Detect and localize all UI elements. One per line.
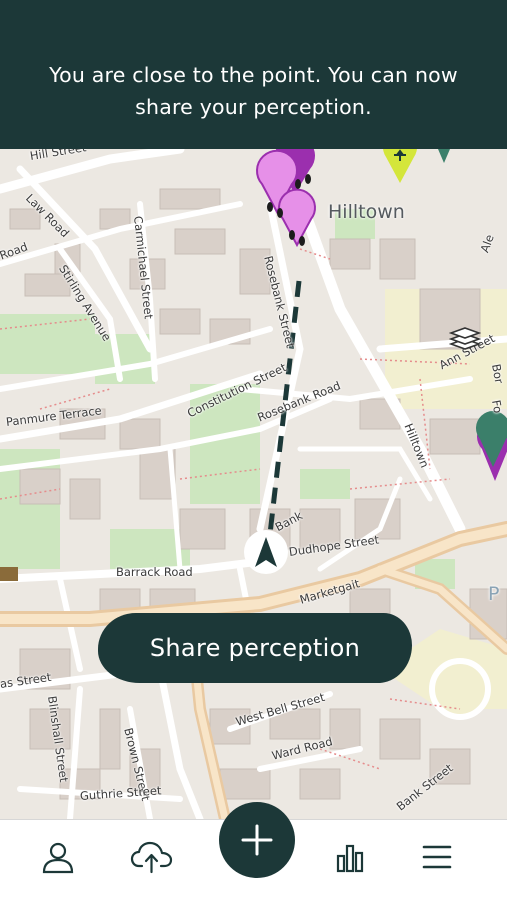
nav-statistics[interactable]: [325, 832, 375, 882]
bar-chart-icon: [336, 844, 364, 873]
hamburger-icon: [422, 845, 452, 869]
nav-profile[interactable]: [33, 832, 83, 882]
nav-upload[interactable]: [127, 832, 177, 882]
cloud-upload-icon: [130, 841, 173, 874]
add-button[interactable]: [219, 802, 295, 878]
plus-icon: [241, 824, 273, 856]
map-layers-button[interactable]: [448, 325, 482, 351]
street-label: Fo: [489, 398, 506, 415]
person-icon: [42, 842, 74, 874]
street-label: Barrack Road: [116, 565, 193, 579]
nav-menu[interactable]: [412, 832, 462, 882]
layers-icon: [448, 327, 482, 350]
status-banner: You are close to the point. You can now …: [0, 0, 507, 149]
place-label-hilltown: Hilltown: [328, 201, 405, 223]
share-perception-button[interactable]: Share perception: [98, 613, 412, 683]
map-view[interactable]: Hill Street Law Road Road Carmichael Str…: [0, 149, 507, 819]
status-message: You are close to the point. You can now …: [49, 63, 458, 119]
street-label: P: [488, 583, 500, 605]
